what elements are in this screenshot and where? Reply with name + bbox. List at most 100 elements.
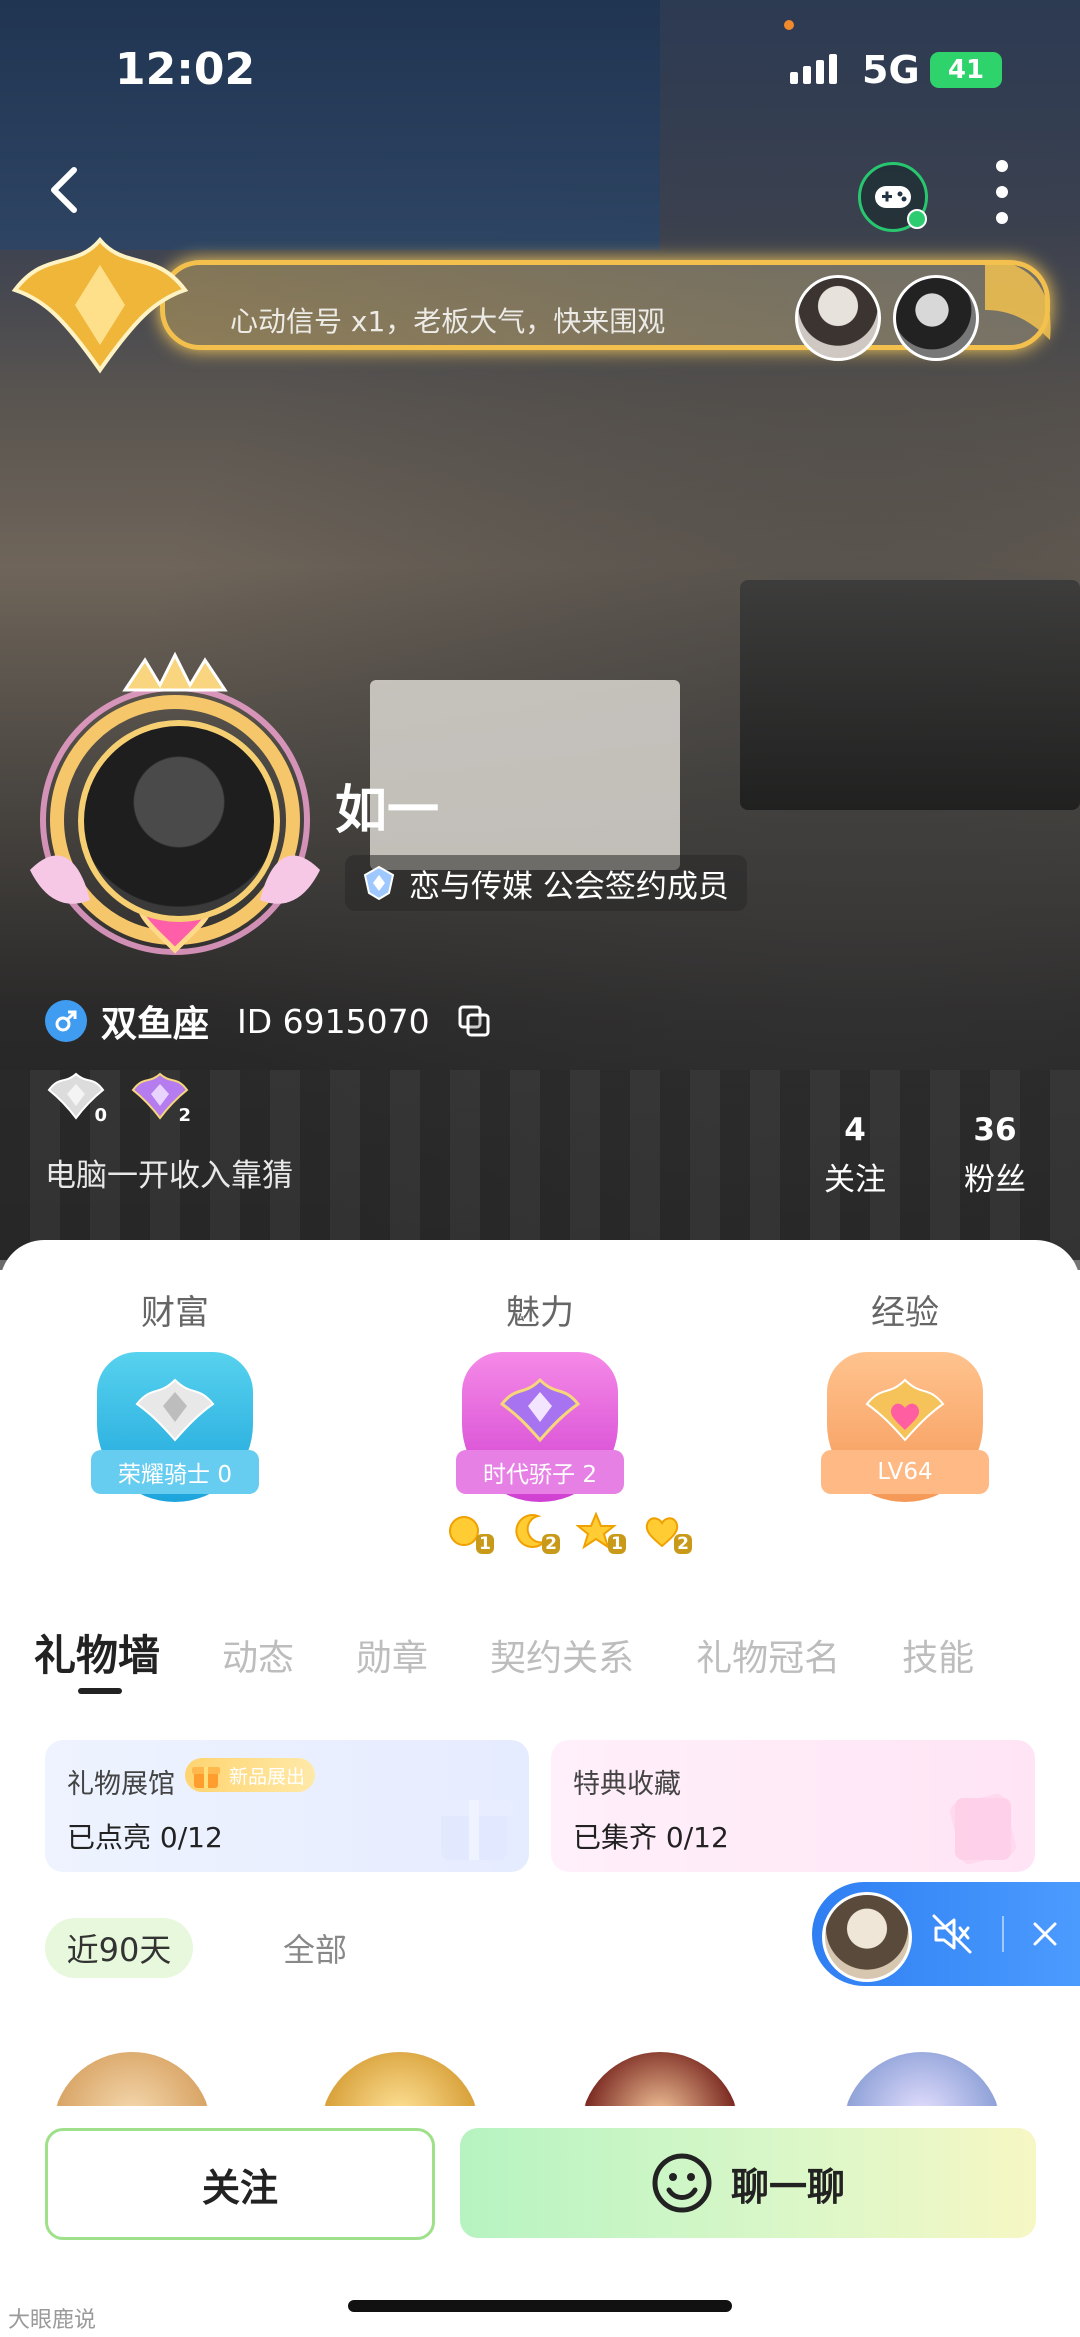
privacy-indicator-dot xyxy=(784,20,794,30)
experience-ribbon: LV64 xyxy=(821,1450,989,1494)
charm-level[interactable]: 魅力 时代骄子 2 xyxy=(450,1285,630,1520)
online-dot xyxy=(907,209,927,229)
tab-skills[interactable]: 技能 xyxy=(902,1629,974,1681)
status-time: 12:02 xyxy=(115,44,256,95)
avatar xyxy=(78,720,280,922)
home-indicator[interactable] xyxy=(348,2300,732,2312)
sun-badge[interactable]: 1 xyxy=(444,1512,494,1554)
gift-item[interactable] xyxy=(320,2052,480,2106)
card-stack-icon xyxy=(950,1793,1016,1864)
copy-icon[interactable] xyxy=(456,1003,492,1039)
chat-button[interactable]: 聊一聊 xyxy=(460,2128,1036,2238)
status-bar: 12:02 5G 41 xyxy=(0,0,1080,140)
following-number: 4 xyxy=(844,1112,866,1148)
wealth-level[interactable]: 财富 荣耀骑士 0 xyxy=(85,1285,265,1520)
special-collection-card[interactable]: 特典收藏 已集齐 0/12 xyxy=(551,1740,1035,1872)
more-dot-icon xyxy=(996,186,1008,198)
charm-ribbon: 时代骄子 2 xyxy=(456,1450,624,1494)
golden-wing-icon xyxy=(985,260,1051,340)
heart-badge[interactable]: 2 xyxy=(642,1512,692,1554)
subbadge-count: 2 xyxy=(542,1534,560,1554)
speaker-muted-icon[interactable] xyxy=(930,1912,974,1956)
following-label: 关注 xyxy=(824,1162,886,1198)
smiley-icon xyxy=(652,2153,712,2213)
gift-gallery-card[interactable]: 礼物展馆 新品展出 已点亮 0/12 xyxy=(45,1740,529,1872)
special-collection-title: 特典收藏 xyxy=(573,1769,681,1800)
subbadge-count: 1 xyxy=(608,1534,626,1554)
network-type: 5G xyxy=(862,48,920,92)
charm-shield: 时代骄子 2 xyxy=(456,1352,624,1520)
battery-level: 41 xyxy=(947,55,985,85)
fans-number: 36 xyxy=(973,1112,1017,1148)
wealth-title: 财富 xyxy=(141,1293,209,1333)
gamepad-icon xyxy=(875,186,911,208)
wealth-ribbon: 荣耀骑士 0 xyxy=(91,1450,259,1494)
tab-medals[interactable]: 勋章 xyxy=(356,1629,428,1681)
charm-title: 魅力 xyxy=(506,1293,574,1333)
close-icon[interactable] xyxy=(1027,1916,1063,1952)
battery-icon: 41 xyxy=(930,52,1002,88)
floating-audio-player[interactable] xyxy=(812,1882,1080,1986)
guild-tag[interactable]: 恋与传媒 公会签约成员 xyxy=(345,855,747,911)
fans-count[interactable]: 36 粉丝 xyxy=(955,1112,1035,1199)
tab-gift-wall[interactable]: 礼物墙 xyxy=(34,1622,160,1683)
filter-all[interactable]: 全部 xyxy=(255,1918,375,1978)
banner-avatar[interactable] xyxy=(893,275,979,361)
avatar-with-frame[interactable] xyxy=(10,650,340,980)
charm-mini-badge[interactable]: 2 xyxy=(129,1070,191,1126)
more-options-button[interactable] xyxy=(990,160,1014,224)
tab-moments[interactable]: 动态 xyxy=(222,1629,294,1681)
following-count[interactable]: 4 关注 xyxy=(820,1112,890,1199)
game-button[interactable] xyxy=(858,162,928,232)
gift-gallery-progress: 已点亮 0/12 xyxy=(67,1821,223,1854)
tab-gift-naming[interactable]: 礼物冠名 xyxy=(696,1629,840,1681)
gift-box-icon xyxy=(192,1767,220,1788)
wealth-mini-badge[interactable]: 0 xyxy=(45,1070,107,1126)
user-id: ID 6915070 xyxy=(237,1001,430,1041)
new-items-label: 新品展出 xyxy=(229,1765,306,1788)
star-badge[interactable]: 1 xyxy=(575,1511,626,1554)
heart-signal-banner[interactable]: 心动信号 x1，老板大气，快来围观 xyxy=(0,230,1060,380)
signal-icon xyxy=(790,54,837,84)
filter-90-days[interactable]: 近90天 xyxy=(45,1918,193,1978)
subbadge-count: 1 xyxy=(476,1534,494,1554)
tab-contract-relations[interactable]: 契约关系 xyxy=(490,1629,634,1681)
chevron-left-icon xyxy=(51,167,77,213)
silver-wing-diamond-icon xyxy=(135,1378,215,1442)
guild-emblem-icon xyxy=(363,865,395,901)
experience-shield: LV64 xyxy=(821,1352,989,1520)
moon-badge[interactable]: 2 xyxy=(510,1512,560,1554)
chat-button-label: 聊一聊 xyxy=(730,2164,845,2209)
subbadge-count: 2 xyxy=(674,1534,692,1554)
active-tab-indicator xyxy=(78,1688,122,1694)
gift-item[interactable] xyxy=(52,2052,212,2106)
watermark: 大眼鹿说 xyxy=(8,2308,97,2333)
back-button[interactable] xyxy=(40,160,90,220)
special-collection-progress: 已集齐 0/12 xyxy=(573,1821,729,1854)
guild-tag-label: 恋与传媒 公会签约成员 xyxy=(409,868,729,905)
purple-wing-diamond-icon xyxy=(500,1377,580,1443)
wealth-shield: 荣耀骑士 0 xyxy=(91,1352,259,1520)
identity-row: 双鱼座 ID 6915070 xyxy=(45,995,492,1047)
golden-crest-icon xyxy=(11,236,189,374)
signature: 电脑一开收入靠猜 xyxy=(45,1158,293,1194)
mini-badge-count: 0 xyxy=(94,1105,107,1126)
charm-subbadges: 1 2 1 2 xyxy=(444,1511,692,1554)
heart-crown-icon xyxy=(865,1378,945,1442)
gift-gallery-title: 礼物展馆 xyxy=(67,1769,175,1800)
gift-box-icon xyxy=(435,1800,513,1860)
more-dot-icon xyxy=(996,212,1008,224)
gift-item[interactable] xyxy=(580,2052,740,2106)
player-divider xyxy=(1002,1916,1004,1952)
experience-title: 经验 xyxy=(871,1293,939,1333)
experience-level[interactable]: 经验 LV64 xyxy=(815,1285,995,1520)
male-gender-icon xyxy=(45,1000,87,1042)
new-items-tag: 新品展出 xyxy=(185,1758,316,1792)
banner-text: 心动信号 x1，老板大气，快来围观 xyxy=(230,305,666,338)
banner-avatar[interactable] xyxy=(795,275,881,361)
player-avatar[interactable] xyxy=(822,1892,912,1982)
zodiac-sign: 双鱼座 xyxy=(101,1004,210,1045)
profile-tabs: 礼物墙 动态 勋章 契约关系 礼物冠名 技能 xyxy=(34,1622,1036,1683)
gift-item[interactable] xyxy=(842,2052,1002,2106)
follow-button[interactable]: 关注 xyxy=(45,2128,435,2240)
